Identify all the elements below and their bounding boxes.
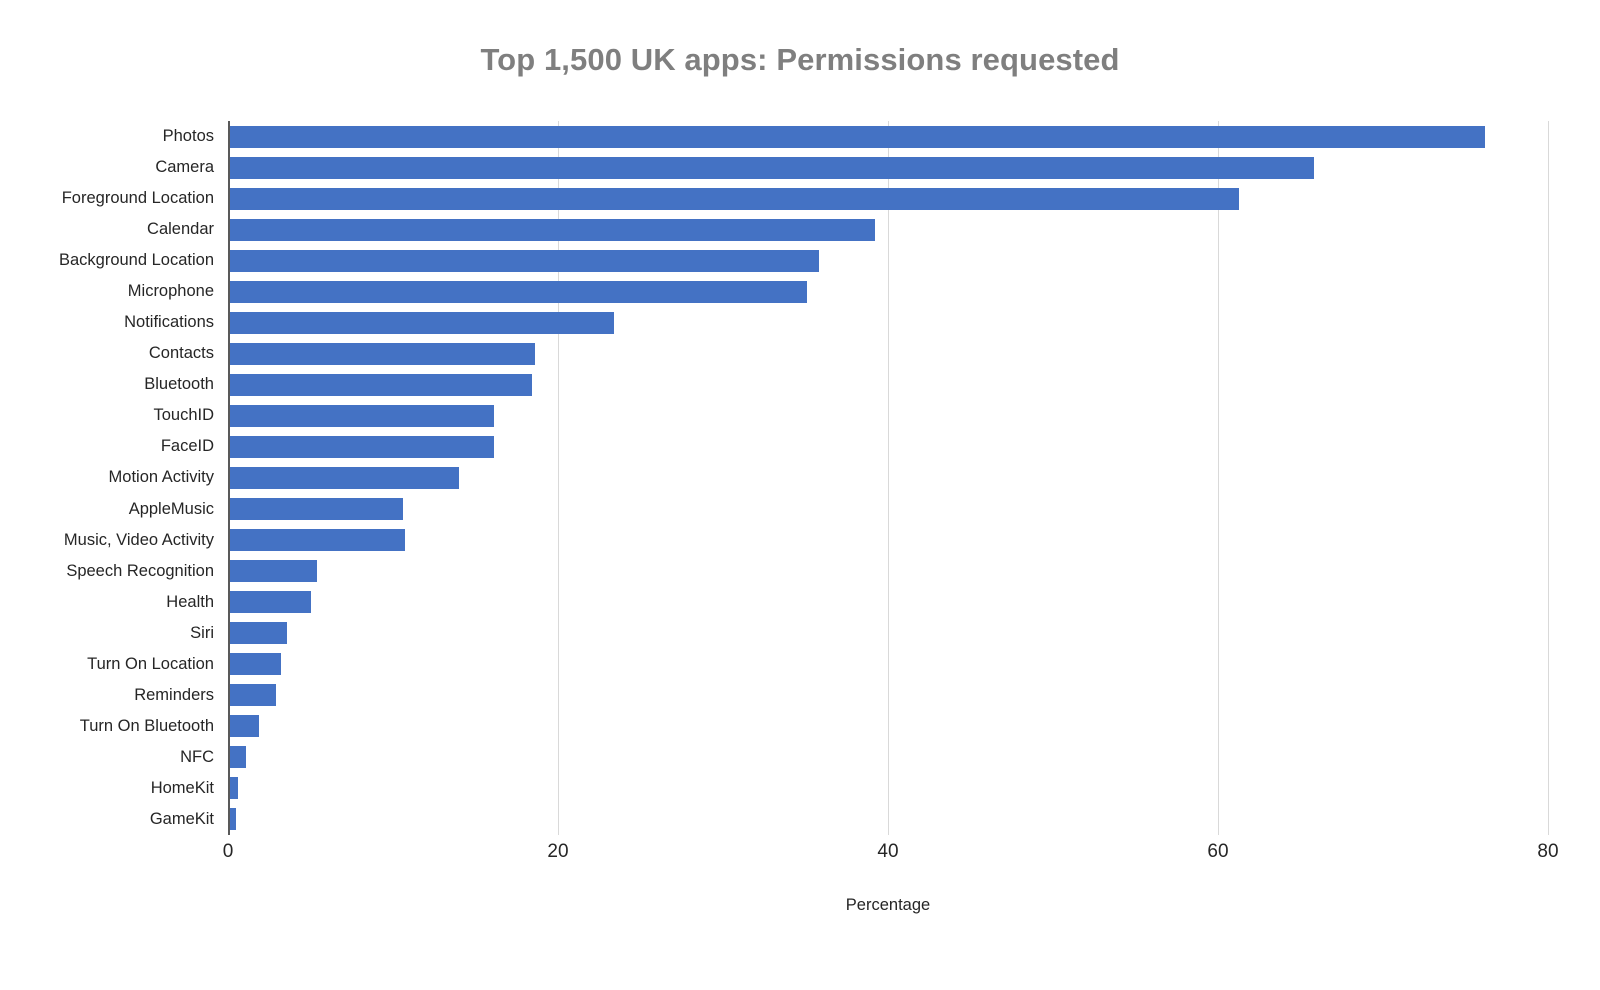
bar-row (228, 804, 1548, 835)
y-axis-label: HomeKit (0, 773, 214, 804)
bar[interactable] (228, 591, 311, 613)
x-axis-tick-label: 0 (223, 841, 234, 863)
bar[interactable] (228, 498, 403, 520)
bar-row (228, 649, 1548, 680)
bar[interactable] (228, 188, 1239, 210)
y-axis-label: Turn On Bluetooth (0, 711, 214, 742)
bar[interactable] (228, 281, 807, 303)
bar[interactable] (228, 312, 614, 334)
bar[interactable] (228, 436, 494, 458)
bar[interactable] (228, 343, 535, 365)
x-axis-tick-label: 80 (1537, 841, 1558, 863)
bar[interactable] (228, 374, 532, 396)
y-axis-label: Turn On Location (0, 649, 214, 680)
bar-row (228, 183, 1548, 214)
bar-row (228, 276, 1548, 307)
bar-row (228, 245, 1548, 276)
y-axis-label: FaceID (0, 431, 214, 462)
bar-row (228, 431, 1548, 462)
y-axis-category-labels: PhotosCameraForeground LocationCalendarB… (0, 121, 214, 835)
y-axis-label: AppleMusic (0, 494, 214, 525)
bar-row (228, 680, 1548, 711)
y-axis-label: Reminders (0, 680, 214, 711)
y-axis-label: GameKit (0, 804, 214, 835)
y-axis-label: Photos (0, 121, 214, 152)
y-axis-label: Health (0, 587, 214, 618)
bar[interactable] (228, 157, 1314, 179)
bar[interactable] (228, 529, 405, 551)
y-axis-label: NFC (0, 742, 214, 773)
y-axis-label: Music, Video Activity (0, 525, 214, 556)
y-axis-label: Bluetooth (0, 369, 214, 400)
bar[interactable] (228, 653, 281, 675)
plot-area (228, 121, 1548, 835)
bar[interactable] (228, 715, 259, 737)
gridline (1548, 121, 1549, 835)
y-axis-label: Motion Activity (0, 462, 214, 493)
bar-row (228, 214, 1548, 245)
y-axis-label: Foreground Location (0, 183, 214, 214)
bar[interactable] (228, 219, 875, 241)
bar[interactable] (228, 560, 317, 582)
bar[interactable] (228, 684, 276, 706)
bar[interactable] (228, 126, 1485, 148)
bar[interactable] (228, 622, 287, 644)
y-axis-label: Speech Recognition (0, 556, 214, 587)
chart-title: Top 1,500 UK apps: Permissions requested (0, 42, 1600, 78)
y-axis-label: Camera (0, 152, 214, 183)
y-axis-label: TouchID (0, 400, 214, 431)
bar-row (228, 121, 1548, 152)
bar-row (228, 618, 1548, 649)
bar-chart: Top 1,500 UK apps: Permissions requested… (0, 0, 1600, 990)
x-axis-tick-label: 20 (547, 841, 568, 863)
bar-row (228, 369, 1548, 400)
bar-row (228, 152, 1548, 183)
bar-row (228, 773, 1548, 804)
y-axis-label: Siri (0, 618, 214, 649)
y-axis-label: Background Location (0, 245, 214, 276)
x-axis-tick-label: 60 (1207, 841, 1228, 863)
y-axis-label: Notifications (0, 307, 214, 338)
x-axis-tick-label: 40 (877, 841, 898, 863)
bar-row (228, 400, 1548, 431)
bar[interactable] (228, 405, 494, 427)
bar[interactable] (228, 467, 459, 489)
bar-row (228, 742, 1548, 773)
bar[interactable] (228, 746, 246, 768)
y-axis-label: Calendar (0, 214, 214, 245)
bar-row (228, 556, 1548, 587)
bar-row (228, 711, 1548, 742)
y-axis-line (228, 121, 230, 835)
bar-row (228, 462, 1548, 493)
x-axis-tick-labels: 0 20 40 60 80 (0, 841, 1600, 871)
bar[interactable] (228, 250, 819, 272)
bar-row (228, 587, 1548, 618)
bar-row (228, 525, 1548, 556)
y-axis-label: Contacts (0, 338, 214, 369)
bar-row (228, 494, 1548, 525)
bar-row (228, 307, 1548, 338)
x-axis-title: Percentage (228, 896, 1548, 915)
y-axis-label: Microphone (0, 276, 214, 307)
bar-row (228, 338, 1548, 369)
